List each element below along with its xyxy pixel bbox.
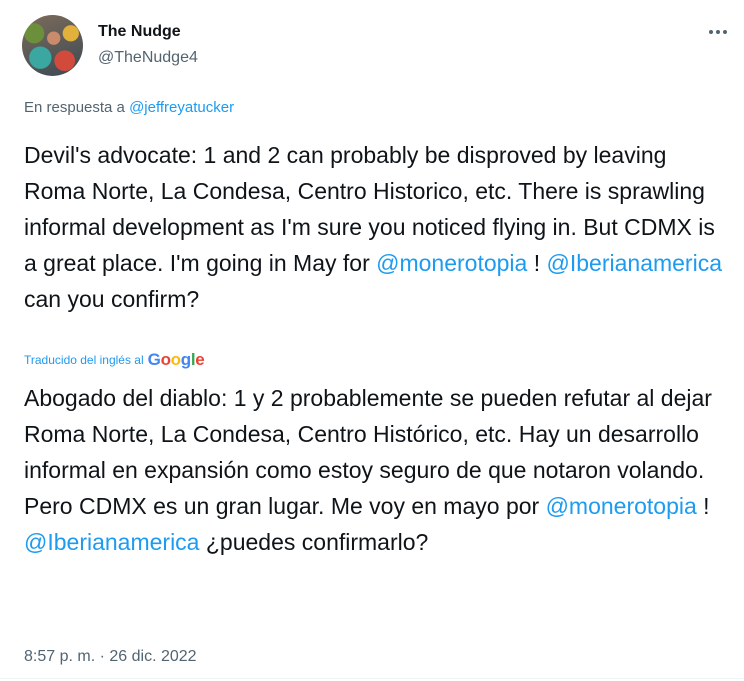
translation-label: Traducido del inglés al [24,352,144,367]
translated-mention-separator: ! [696,493,710,519]
display-name[interactable]: The Nudge [98,23,181,41]
more-options-button[interactable] [704,20,732,44]
avatar[interactable] [22,15,83,76]
google-logo-letter: g [180,350,191,369]
google-logo-letter: G [147,350,161,369]
translated-text-suffix: ¿puedes confirmarlo? [205,529,429,555]
tweet-text-suffix: can you confirm? [24,286,200,312]
mention-separator: ! [527,250,547,276]
google-logo-letter: o [160,350,171,369]
more-horizontal-icon [709,30,727,34]
reply-prefix: En respuesta a [24,99,125,116]
tweet-timestamp[interactable]: 8:57 p. m. · 26 dic. 2022 [24,648,197,666]
tweet: The Nudge @TheNudge4 En respuesta a @jef… [0,0,744,681]
google-logo-letter: o [170,350,181,369]
user-handle[interactable]: @TheNudge4 [98,49,198,67]
tweet-text: Devil's advocate: 1 and 2 can probably b… [24,137,724,317]
mention-monerotopia[interactable]: @monerotopia [376,250,527,276]
translated-mention-monerotopia[interactable]: @monerotopia [546,493,697,519]
mention-iberianamerica[interactable]: @Iberianamerica [547,250,722,276]
reply-context: En respuesta a @jeffreyatucker [24,99,234,116]
reply-to-link[interactable]: @jeffreyatucker [129,99,234,116]
translated-mention-iberianamerica[interactable]: @Iberianamerica [24,529,199,555]
translated-text: Abogado del diablo: 1 y 2 probablemente … [24,380,724,560]
google-logo-letter: e [195,350,205,369]
google-logo: Google [148,351,205,368]
translation-attribution[interactable]: Traducido del inglés al Google [24,351,205,368]
divider [0,678,744,679]
